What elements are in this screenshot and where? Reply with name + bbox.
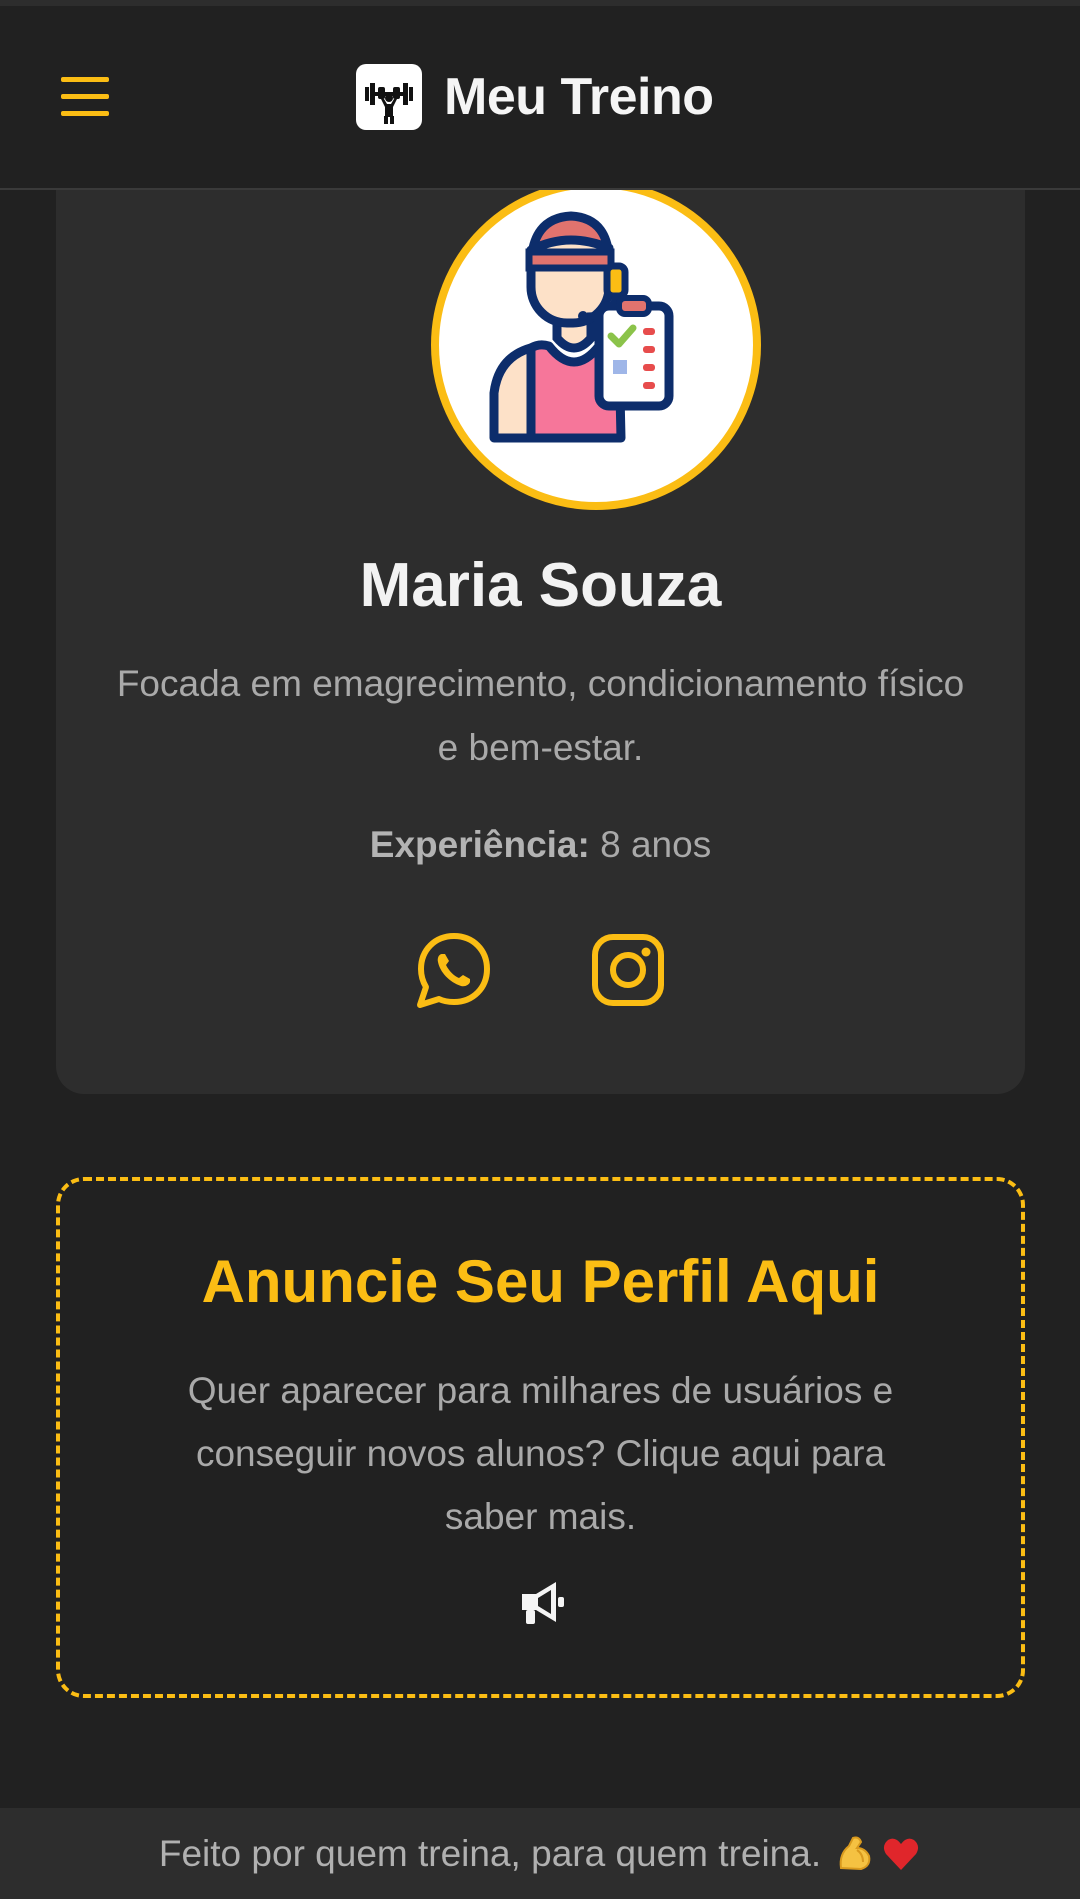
footer-emojis [835, 1834, 921, 1874]
experience-label: Experiência: [369, 824, 590, 865]
hamburger-menu-icon[interactable] [58, 70, 114, 126]
app-header: Meu Treino [0, 6, 1080, 190]
app-title: Meu Treino [444, 68, 714, 126]
whatsapp-icon[interactable] [414, 930, 494, 1010]
trainer-profile-card: Maria Souza Focada em emagrecimento, con… [56, 150, 1025, 1094]
weightlifter-icon [356, 64, 422, 130]
page: Meu Treino Maria Souza Focada em emagrec… [0, 0, 1080, 1899]
flexed-biceps-icon [839, 1836, 871, 1870]
trainer-name: Maria Souza [359, 551, 722, 620]
footer-text: Feito por quem treina, para quem treina. [158, 1832, 822, 1874]
trainer-experience: Experiência: 8 anos [56, 824, 1025, 866]
brand[interactable]: Meu Treino [356, 64, 714, 130]
social-links [56, 930, 1025, 1010]
experience-value: 8 anos [600, 824, 712, 865]
advertise-profile-banner[interactable]: Anuncie Seu Perfil Aqui Quer aparecer pa… [56, 1177, 1025, 1698]
page-footer: Feito por quem treina, para quem treina. [0, 1808, 1080, 1899]
instagram-icon[interactable] [588, 930, 668, 1010]
ad-title: Anuncie Seu Perfil Aqui [201, 1248, 880, 1315]
megaphone-icon [522, 1582, 564, 1624]
red-heart-icon [884, 1838, 919, 1870]
personal-trainer-avatar [431, 180, 761, 510]
ad-description: Quer aparecer para milhares de usuários … [187, 1370, 894, 1537]
trainer-bio: Focada em emagrecimento, condicionamento… [116, 663, 965, 768]
